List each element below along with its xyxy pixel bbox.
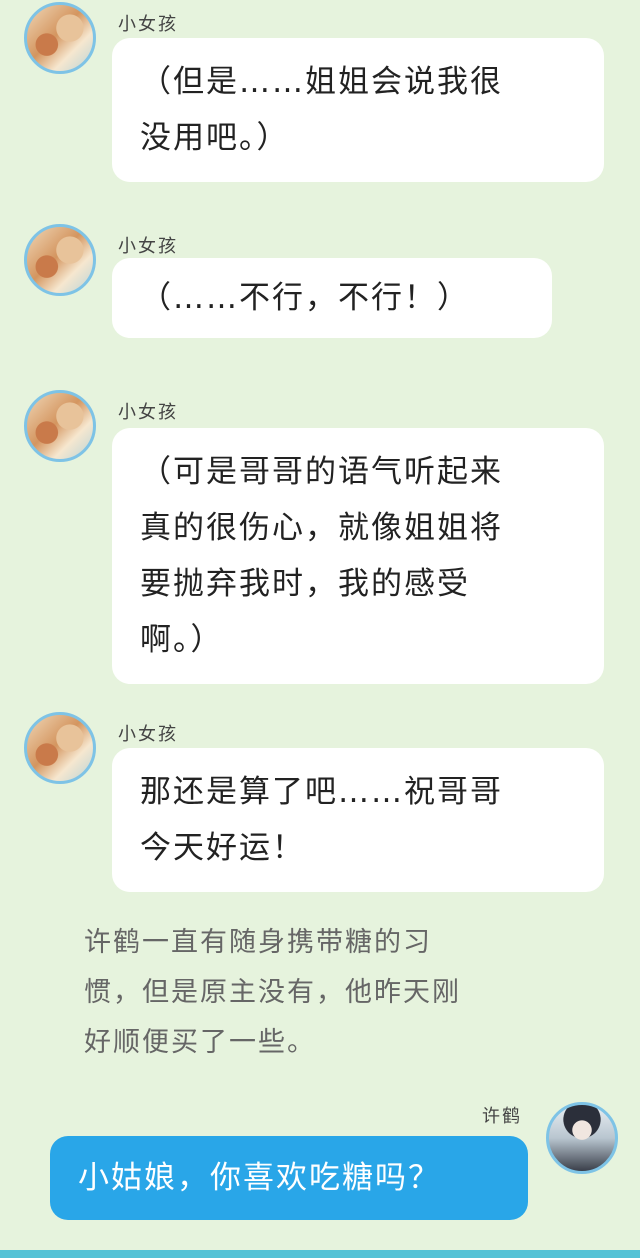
message-text-line: 那还是算了吧……祝哥哥 xyxy=(140,774,503,810)
avatar[interactable] xyxy=(24,390,96,462)
sender-name: 小女孩 xyxy=(118,724,178,745)
message-text-line: 要抛弃我时，我的感受 xyxy=(140,566,470,602)
message-text-line: （可是哥哥的语气听起来 xyxy=(140,454,503,490)
narration-text: 许鹤一直有随身携带糖的习 惯，但是原主没有，他昨天刚 好顺便买了一些。 xyxy=(84,918,514,1068)
message-text-line: 没用吧。） xyxy=(140,120,290,156)
message-text-line: （……不行，不行！） xyxy=(140,280,470,316)
message-bubble[interactable]: 小姑娘，你喜欢吃糖吗？ xyxy=(50,1136,528,1220)
message-text-line: 啊。） xyxy=(140,622,224,658)
avatar[interactable] xyxy=(24,224,96,296)
sender-name: 许鹤 xyxy=(482,1106,522,1127)
message-bubble[interactable]: （但是……姐姐会说我很 没用吧。） xyxy=(112,38,604,182)
sender-name: 小女孩 xyxy=(118,14,178,35)
sender-name: 小女孩 xyxy=(118,402,178,423)
message-text-line: 小姑娘，你喜欢吃糖吗？ xyxy=(78,1160,441,1196)
message-bubble[interactable]: 那还是算了吧……祝哥哥 今天好运！ xyxy=(112,748,604,892)
message-text-line: （但是……姐姐会说我很 xyxy=(140,64,503,100)
narration-line: 许鹤一直有随身携带糖的习 xyxy=(84,927,432,958)
avatar[interactable] xyxy=(546,1102,618,1174)
avatar[interactable] xyxy=(24,2,96,74)
avatar[interactable] xyxy=(24,712,96,784)
message-text-line: 今天好运！ xyxy=(140,830,305,866)
narration-line: 惯，但是原主没有，他昨天刚 xyxy=(84,977,461,1008)
message-text-line: 真的很伤心，就像姐姐将 xyxy=(140,510,503,546)
message-bubble[interactable]: （……不行，不行！） xyxy=(112,258,552,338)
message-bubble[interactable]: （可是哥哥的语气听起来 真的很伤心，就像姐姐将 要抛弃我时，我的感受 啊。） xyxy=(112,428,604,684)
sender-name: 小女孩 xyxy=(118,236,178,257)
bottom-bar xyxy=(0,1250,640,1258)
narration-line: 好顺便买了一些。 xyxy=(84,1027,316,1058)
